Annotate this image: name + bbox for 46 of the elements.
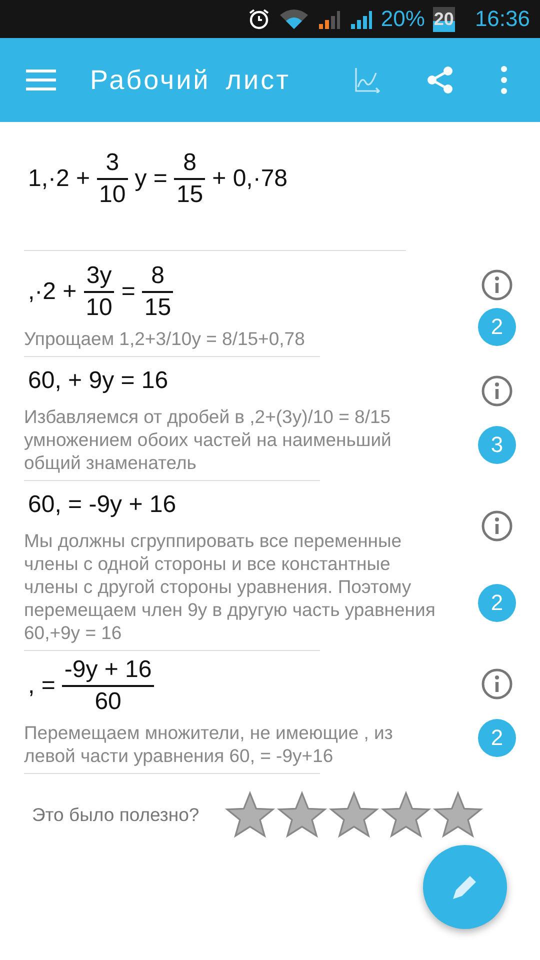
fraction-denominator: 60 [94,687,122,717]
count-badge[interactable]: 2 [478,308,516,346]
star-icon[interactable] [433,790,484,840]
fraction-numerator: 3 [104,148,120,178]
rating-question: Это было полезно? [32,804,200,826]
fraction-denominator: 15 [175,180,204,210]
star-icon[interactable] [329,790,380,840]
math-text: = [121,278,136,306]
fraction-numerator: 8 [182,148,198,178]
math-text: , = [28,672,56,700]
fraction-numerator: -9y + 16 [63,655,153,685]
alarm-clock-icon [246,7,271,31]
info-icon[interactable] [481,668,513,700]
star-icon[interactable] [381,790,432,840]
math-text: + 0,·78 [212,165,288,193]
share-icon[interactable] [426,66,454,94]
star-icon[interactable] [225,790,276,840]
count-badge[interactable]: 3 [478,426,516,464]
edit-button[interactable] [423,845,507,929]
graph-icon[interactable] [354,67,380,93]
step-explanation: Перемещаем множители, не имеющие , из левой части уравнения 60, = -9y+16 [24,721,394,767]
count-badge[interactable]: 2 [478,584,516,622]
fraction-numerator: 8 [150,261,166,291]
math-text: 1,·2 + [28,165,90,193]
info-icon[interactable] [481,510,513,542]
count-badge[interactable]: 2 [478,718,516,757]
wifi-icon [278,7,309,31]
more-options-icon[interactable] [500,66,508,94]
step-explanation: Мы должны сгруппировать все переменные члены с одной стороны и все константные члены с другой стороны уравнения. Поэтому перемещаем член 9y в другую часть уравнения 60,+9y = 16 [24,529,436,644]
step-explanation: Избавляемся от дробей в ,2+(3y)/10 = 8/15 умножением обоих частей на наименьший общий знаменатель [24,405,392,474]
math-text: ,·2 + [28,278,77,306]
step-explanation: Упрощаем 1,2+3/10y = 8/15+0,78 [24,327,306,350]
math-text: 60, = -9y + 16 [28,491,176,519]
fraction-numerator: 3y [85,261,113,291]
math-text: y = [134,165,168,193]
menu-icon[interactable] [26,69,56,91]
fraction-denominator: 10 [84,293,114,323]
info-icon[interactable] [481,374,513,406]
battery-percent: 20% [380,6,425,32]
fraction-denominator: 10 [98,180,127,210]
fraction-denominator: 15 [143,293,172,323]
math-text: 60, + 9y = 16 [28,367,168,395]
star-icon[interactable] [277,790,328,840]
app-title: Рабочий лист [90,64,292,96]
clock-time: 16:36 [474,6,530,32]
info-icon[interactable] [481,268,513,300]
